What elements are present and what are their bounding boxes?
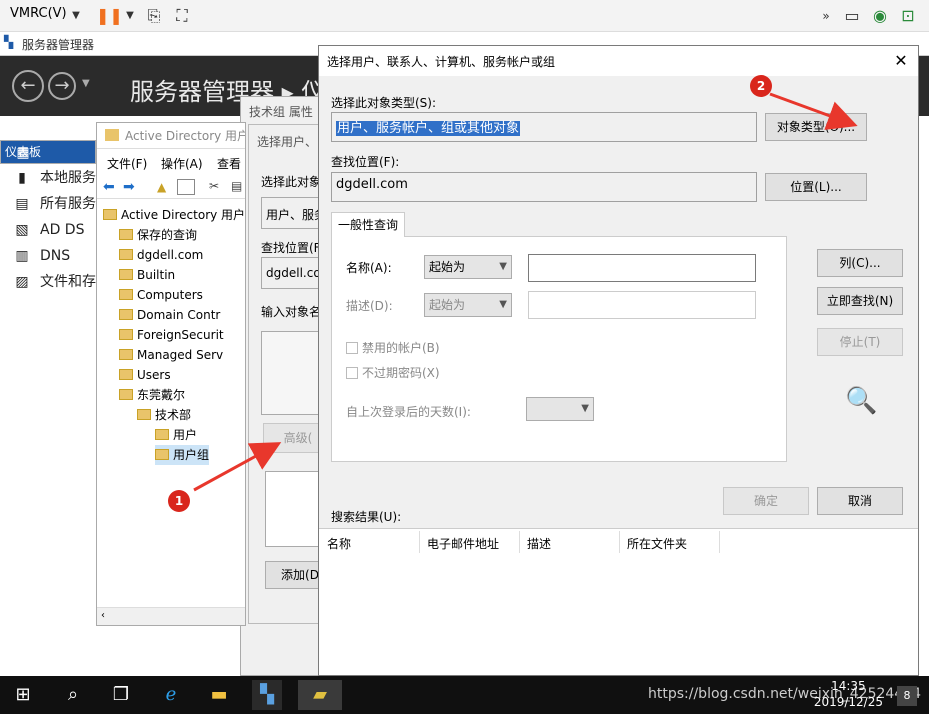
arrow-1 [193,442,282,492]
annotation-badge-1: 1 [168,490,190,512]
tab-common-queries[interactable]: 一般性查询 [331,212,405,237]
ad-users-taskbar-icon[interactable]: ▰ [298,680,342,710]
taskbar: ⊞ ⌕ ❐ ℯ ▬ ▚ ▰ https://blog.csdn.net/weix… [0,676,929,714]
task-view-icon[interactable]: ❐ [106,680,136,710]
arrow-2 [769,92,858,130]
annotation-arrows [193,92,858,492]
file-explorer-icon[interactable]: ▬ [204,680,234,710]
ie-icon[interactable]: ℯ [156,680,186,710]
annotation-badge-2: 2 [750,75,772,97]
search-icon[interactable]: ⌕ [58,680,88,710]
start-icon[interactable]: ⊞ [8,680,38,710]
notification-badge[interactable]: 8 [897,686,917,706]
system-clock[interactable]: 14:35 2019/12/25 [814,678,883,710]
server-manager-taskbar-icon[interactable]: ▚ [252,680,282,710]
